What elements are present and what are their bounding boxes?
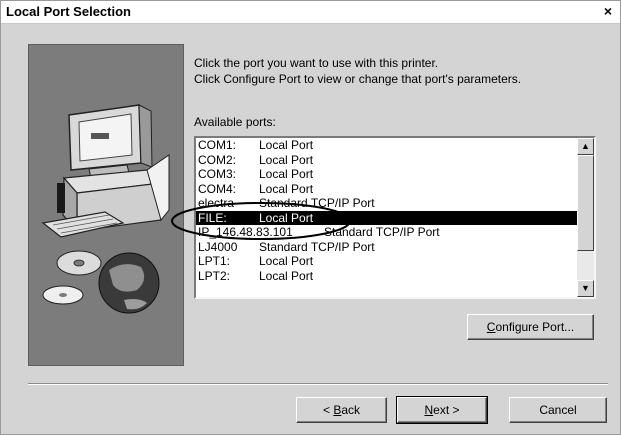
window-title: Local Port Selection [6,4,131,19]
port-name: COM3: [198,167,237,181]
port-row[interactable]: LPT1: Local Port [196,254,577,269]
port-name: COM2: [198,152,237,167]
back-button[interactable]: < Back [296,397,387,423]
port-name: LPT1: [198,254,231,268]
triangle-up-icon[interactable]: ▲ [577,138,594,155]
close-icon[interactable]: × [600,3,616,19]
instruction-line-2: Click Configure Port to view or change t… [194,72,522,86]
port-description: Local Port [259,254,314,268]
back-pre: < [322,403,334,417]
port-description: Local Port [259,181,314,196]
next-mnemonic: N [424,403,434,417]
port-description: Local Port [259,167,314,181]
port-name: LPT2: [198,268,231,283]
next-post: ext > [433,403,460,417]
instructions: Click the port you want to use with this… [194,55,521,87]
port-row[interactable]: COM2: Local Port [196,153,577,168]
port-row[interactable]: COM4: Local Port [196,182,577,197]
instruction-line-1: Click the port you want to use with this… [194,56,439,70]
port-name: COM1: [198,138,237,152]
port-description: Local Port [259,268,314,283]
triangle-down-icon[interactable]: ▼ [577,280,594,297]
configure-post: onfigure Port... [495,320,575,334]
title-bar: Local Port Selection × [1,1,620,24]
port-row[interactable]: COM3: Local Port [196,167,577,182]
computer-illustration [28,44,184,366]
port-row[interactable]: COM1: Local Port [196,138,577,153]
port-row[interactable]: LPT2: Local Port [196,269,577,284]
vertical-scrollbar[interactable]: ▲ ▼ [577,138,594,297]
separator [28,383,608,385]
back-post: ack [341,403,361,417]
available-ports-label: Available ports: [194,115,276,129]
local-port-selection-dialog: Local Port Selection × Click the port yo… [0,0,621,435]
computer-disc-icon [41,104,170,314]
port-name: COM4: [198,181,237,196]
configure-port-button[interactable]: Configure Port... [467,314,594,340]
scroll-thumb[interactable] [577,155,594,251]
port-description: Local Port [259,152,314,167]
annotation-ellipse [171,202,351,240]
next-button[interactable]: Next > [396,396,488,424]
port-description: Local Port [259,138,314,152]
cancel-button[interactable]: Cancel [509,397,607,423]
